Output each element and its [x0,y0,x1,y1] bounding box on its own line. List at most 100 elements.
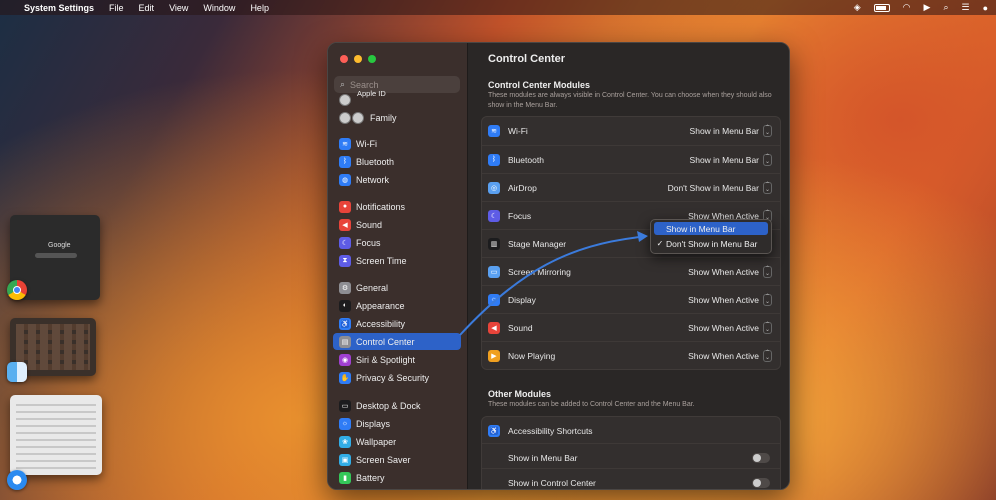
module-popup-button[interactable]: Show When Active ⌃ ⌄ [688,293,772,306]
safari-icon[interactable] [7,470,27,490]
sidebar-item-network[interactable]: ◍ Network [333,171,461,188]
show-in-control-center-label: Show in Control Center [508,477,596,488]
sidebar-item-privacy-security[interactable]: ✋ Privacy & Security [333,369,461,386]
module-popup-button[interactable]: Don't Show in Menu Bar ⌃ ⌄ [668,181,772,194]
sidebar-item-general[interactable]: ⚙ General [333,279,461,296]
sidebar-item-sound[interactable]: ◀ Sound [333,216,461,233]
popup-value: Show When Active [688,322,759,333]
speaker-icon: ◀ [339,218,351,231]
wallpaper-icon: ❀ [339,435,351,448]
menu-help[interactable]: Help [250,3,269,13]
chevron-updown-icon: ⌃ ⌄ [763,153,772,166]
chevron-updown-icon: ⌃ ⌄ [763,181,772,194]
sidebar-item-label: General [356,282,389,293]
sidebar-item-screen-saver[interactable]: ▣ Screen Saver [333,451,461,468]
zoom-button[interactable] [368,55,376,63]
module-popup-button[interactable]: Show in Menu Bar ⌃ ⌄ [690,125,772,137]
other-modules-group: ♿ Accessibility Shortcuts Show in Menu B… [481,416,781,489]
document-lines [16,403,96,469]
popup-value: Show in Menu Bar [689,126,759,136]
sidebar-item-label: Control Center [356,336,415,347]
minimize-button[interactable] [354,55,362,63]
finder-icon[interactable] [7,362,27,382]
menu-item-label: Don't Show in Menu Bar [666,238,758,249]
menu-file[interactable]: File [109,3,124,13]
popup-value: Show When Active [688,294,759,305]
avatar [339,111,351,124]
sidebar-item-notifications[interactable]: ● Notifications [333,198,461,215]
menu-view[interactable]: View [169,3,188,13]
search-icon: ⌕ [340,79,346,89]
sidebar-item-bluetooth[interactable]: ᛒ Bluetooth [333,153,461,170]
check-icon: ✓ [656,239,664,248]
battery-icon[interactable] [873,3,890,12]
sidebar-item-focus[interactable]: ☾ Focus [333,234,461,251]
modules-section-title: Control Center Modules [488,80,591,90]
sidebar-item-label: Family [370,112,397,123]
menu-edit[interactable]: Edit [139,3,155,13]
sidebar-item-siri-spotlight[interactable]: ◉ Siri & Spotlight [333,351,461,368]
search-icon[interactable]: ⌕ [943,2,948,13]
gear-icon: ⚙ [339,281,351,294]
popup-value: Show When Active [688,266,759,277]
siri-icon: ◉ [339,353,351,366]
sidebar-item-label: Bluetooth [356,156,395,167]
stage-thumbnail-safari[interactable] [10,395,102,475]
play-icon: ▶ [488,349,500,362]
wifi-icon[interactable]: ◠ [903,2,911,13]
sidebar-item-accessibility[interactable]: ♿ Accessibility [333,315,461,332]
menu-window[interactable]: Window [203,3,235,13]
wifi-icon: ≋ [339,137,351,150]
sidebar-item-label: Screen Time [356,255,407,266]
sidebar-item-wallpaper[interactable]: ❀ Wallpaper [333,433,461,450]
app-menu[interactable]: System Settings [24,3,94,13]
module-popup-button[interactable]: Show When Active ⌃ ⌄ [688,349,772,362]
sidebar-item-apple-id[interactable]: Apple ID [333,89,461,108]
module-row-display: ☼ Display Show When Active ⌃ ⌄ [482,285,780,313]
module-label: Sound [508,322,533,333]
sidebar-item-family[interactable]: Family [333,109,461,126]
google-logo: Google [48,242,71,249]
sidebar-item-label: Notifications [356,201,406,212]
stage-manager-icon: ▥ [488,237,500,250]
sidebar-item-displays[interactable]: ☼ Displays [333,415,461,432]
wifi-icon: ≋ [488,125,500,137]
module-popup-button[interactable]: Show When Active ⌃ ⌄ [688,265,772,278]
bluetooth-icon: ᛒ [488,153,500,166]
chevron-updown-icon: ⌃ ⌄ [763,265,772,278]
accessibility-shortcuts-row[interactable]: ♿ Accessibility Shortcuts [482,417,780,445]
sidebar-item-appearance[interactable]: ◐ Appearance [333,297,461,314]
battery-icon: ▮ [339,471,351,484]
module-popup-button[interactable]: Show in Menu Bar ⌃ ⌄ [690,153,772,166]
menu-item-dont-show[interactable]: ✓ Don't Show in Menu Bar [654,237,768,250]
sidebar-item-label: Battery [356,472,385,483]
modules-section-desc: These modules are always visible in Cont… [488,92,772,109]
layers-icon[interactable]: ◈ [854,2,861,13]
finder-grid [16,324,90,370]
close-button[interactable] [340,55,348,63]
sidebar-item-screen-time[interactable]: ⧗ Screen Time [333,252,461,269]
sidebar-item-wi-fi[interactable]: ≋ Wi-Fi [333,135,461,152]
menu-item-show-in-menu-bar[interactable]: Show in Menu Bar [654,222,768,235]
siri-icon[interactable]: ● [983,3,988,13]
show-in-menu-bar-toggle[interactable] [752,452,770,463]
sidebar-item-desktop-dock[interactable]: ▭ Desktop & Dock [333,397,461,414]
sidebar-item-label: Sound [356,219,383,230]
control-center-icon[interactable]: ☰ [961,2,969,13]
show-in-control-center-toggle[interactable] [752,477,770,488]
show-in-control-center-row: Show in Control Center [482,468,780,489]
mirroring-icon: ▭ [488,265,500,278]
other-section-desc: These modules can be added to Control Ce… [488,401,695,408]
chevron-updown-icon: ⌃ ⌄ [763,349,772,362]
module-popup-button[interactable]: Show When Active ⌃ ⌄ [688,321,772,334]
sidebar-item-control-center[interactable]: ▤ Control Center [333,333,461,350]
family-icon [339,111,365,124]
hourglass-icon: ⧗ [339,254,351,267]
chrome-icon[interactable] [7,280,27,300]
sidebar-item-battery[interactable]: ▮ Battery [333,469,461,486]
content-pane: Control Center Control Center Modules Th… [467,43,789,489]
module-row-sound: ◀ Sound Show When Active ⌃ ⌄ [482,313,780,341]
play-icon[interactable]: ▶ [924,2,931,13]
module-label: AirDrop [508,182,537,193]
bell-icon: ● [339,200,351,213]
